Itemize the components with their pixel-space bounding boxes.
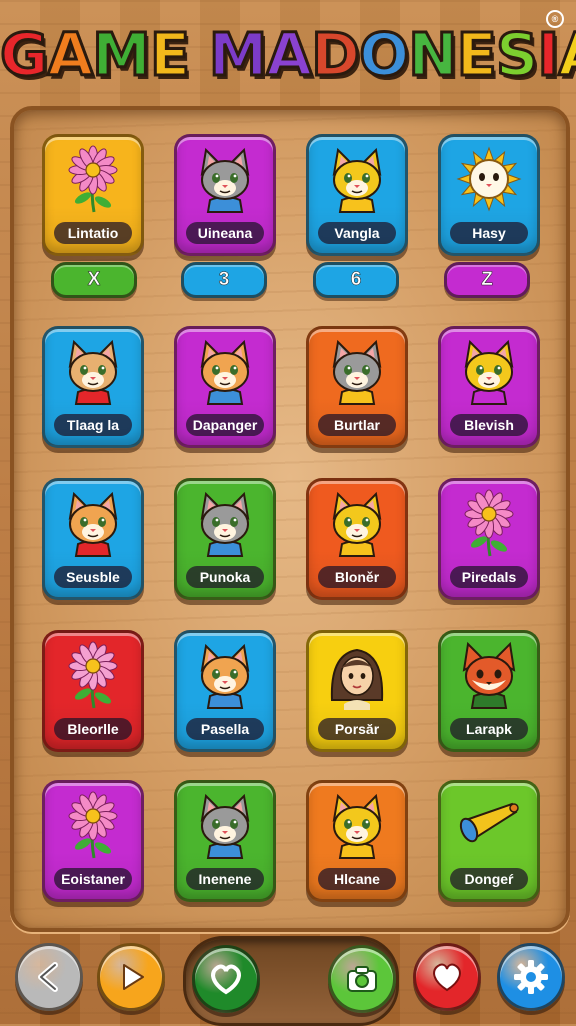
title-letter: E [148, 19, 191, 91]
tile-label: Uineana [186, 222, 264, 244]
game-tile[interactable]: Lintatio [42, 134, 144, 256]
game-tile[interactable]: Pasella [174, 630, 276, 752]
registered-mark: ® [546, 10, 564, 28]
title-letter: O [358, 19, 411, 91]
horn-icon [454, 790, 524, 860]
title-letter: A [557, 19, 576, 91]
cat-icon [190, 790, 260, 860]
game-tile[interactable]: Vangla [306, 134, 408, 256]
cat-icon [322, 488, 392, 558]
tile-label: Hasy [450, 222, 528, 244]
cat-icon [322, 790, 392, 860]
girl-icon [322, 640, 392, 710]
cat-icon [190, 336, 260, 406]
tile-label: Seusble [54, 566, 132, 588]
title-letter: E [455, 19, 498, 91]
tile-label: Porsăr [318, 718, 396, 740]
game-tile[interactable]: Inenene [174, 780, 276, 902]
tile-label: Bloněr [318, 566, 396, 588]
game-tile[interactable]: Blevish [438, 326, 540, 448]
tile-label: Tlaag la [54, 414, 132, 436]
game-tile[interactable]: Dongeŕ [438, 780, 540, 902]
cat-icon [454, 336, 524, 406]
flower-icon [454, 488, 524, 558]
tile-label: Hlcane [318, 868, 396, 890]
game-tile[interactable]: Hlcane [306, 780, 408, 902]
tile-label: Pasella [186, 718, 264, 740]
cat-icon [190, 488, 260, 558]
game-tile[interactable]: Porsăr [306, 630, 408, 752]
count-badge[interactable]: 6 [313, 262, 399, 298]
tile-label: Larapk [450, 718, 528, 740]
title-letter: G [0, 19, 50, 91]
cat-icon [322, 336, 392, 406]
cat-icon [58, 488, 128, 558]
title-letter: M [91, 19, 153, 91]
game-tile[interactable]: Seusble [42, 478, 144, 600]
game-tile[interactable]: Burtlar [306, 326, 408, 448]
camera-button[interactable] [328, 945, 396, 1013]
tile-label: Inenene [186, 868, 264, 890]
title-letter [189, 20, 209, 89]
game-tile[interactable]: Tlaag la [42, 326, 144, 448]
heart-button[interactable] [192, 945, 260, 1013]
title-letter: I [536, 19, 561, 91]
title-letter: S [494, 19, 539, 91]
game-tile[interactable]: Piredals [438, 478, 540, 600]
count-badge[interactable]: Z [444, 262, 530, 298]
game-tile[interactable]: Punoka [174, 478, 276, 600]
title-letter: N [407, 19, 459, 91]
game-tile[interactable]: Larapk [438, 630, 540, 752]
favorite-button[interactable] [413, 943, 481, 1011]
flower-icon [58, 640, 128, 710]
game-title: GAME MADONESIA [0, 10, 576, 100]
cat-icon [190, 640, 260, 710]
count-badge[interactable]: X [51, 262, 137, 298]
cat-icon [58, 336, 128, 406]
cat-icon [322, 144, 392, 214]
tile-label: Dongeŕ [450, 868, 528, 890]
title-letter: D [310, 19, 362, 91]
tile-label: Vangla [318, 222, 396, 244]
back-button[interactable] [15, 943, 83, 1011]
cat-icon [190, 144, 260, 214]
settings-button[interactable] [497, 943, 565, 1011]
tile-label: Burtlar [318, 414, 396, 436]
count-badge[interactable]: 3 [181, 262, 267, 298]
tile-label: Lintatio [54, 222, 132, 244]
tile-label: Punoka [186, 566, 264, 588]
title-letter: A [265, 19, 314, 91]
game-tile[interactable]: Uineana [174, 134, 276, 256]
game-tile[interactable]: Bleorlle [42, 630, 144, 752]
sun-cat-icon [454, 144, 524, 214]
tile-label: Eoistaner [54, 868, 132, 890]
game-tile[interactable]: Hasy [438, 134, 540, 256]
play-button[interactable] [97, 943, 165, 1011]
title-letter: A [46, 19, 95, 91]
game-tile[interactable]: Eoistaner [42, 780, 144, 902]
title-letter: M [207, 19, 269, 91]
tile-label: Bleorlle [54, 718, 132, 740]
game-tile[interactable]: Dapanger [174, 326, 276, 448]
tile-label: Piredals [450, 566, 528, 588]
tile-label: Blevish [450, 414, 528, 436]
game-tile[interactable]: Bloněr [306, 478, 408, 600]
flower-icon [58, 790, 128, 860]
flower-icon [58, 144, 128, 214]
tile-label: Dapanger [186, 414, 264, 436]
fox-icon [454, 640, 524, 710]
